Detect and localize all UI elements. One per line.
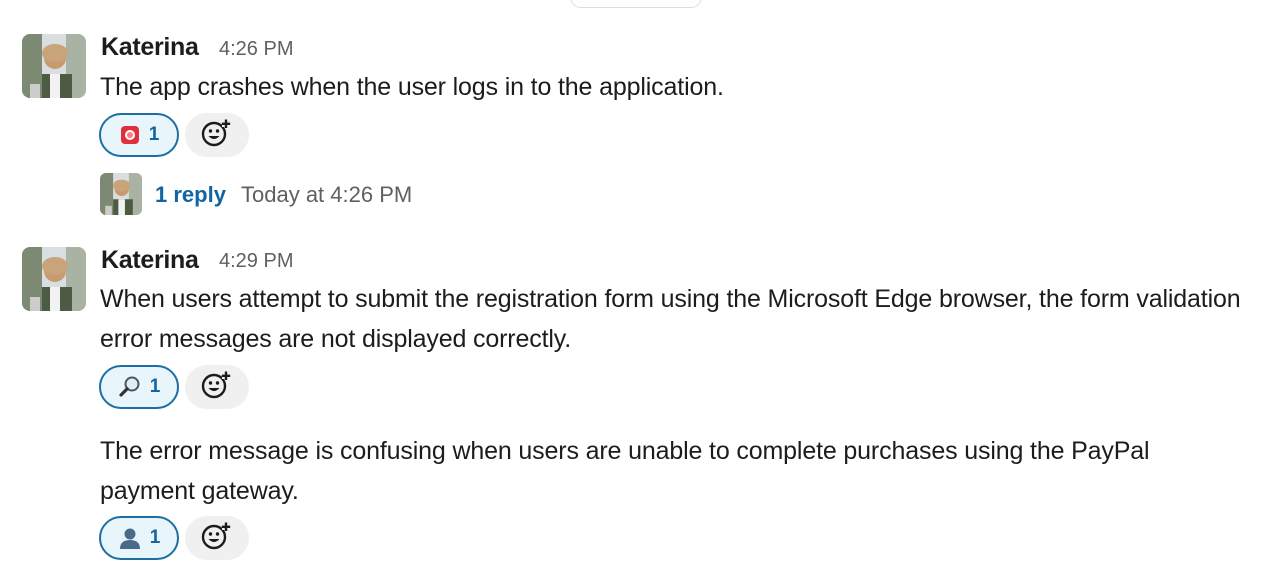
reaction-bust-in-silhouette[interactable]: 1 (99, 516, 179, 560)
message-author[interactable]: Katerina (101, 245, 199, 275)
reaction-rotating-light[interactable]: 1 (99, 113, 179, 157)
message-timestamp[interactable]: 4:29 PM (219, 246, 293, 276)
message-text: The error message is confusing when user… (100, 437, 1150, 505)
message-text: When users attempt to submit the registr… (100, 285, 1241, 353)
add-emoji-icon (201, 522, 233, 555)
reaction-count: 1 (149, 376, 161, 397)
thread-reply-avatar (100, 173, 142, 215)
thread-reply-count-link[interactable]: 1 reply (155, 180, 226, 210)
add-reaction-button[interactable] (185, 516, 249, 560)
message-timestamp[interactable]: 4:26 PM (219, 34, 293, 64)
rotating-light-icon (119, 124, 141, 146)
add-emoji-icon (201, 119, 233, 152)
add-reaction-button[interactable] (185, 113, 249, 157)
reaction-mag[interactable]: 1 (99, 365, 179, 409)
magnifying-glass-icon (118, 375, 142, 399)
reaction-count: 1 (148, 124, 160, 145)
message-author[interactable]: Katerina (101, 32, 199, 62)
reaction-count: 1 (149, 527, 161, 548)
date-divider-pill[interactable] (570, 0, 702, 8)
add-emoji-icon (201, 371, 233, 404)
add-reaction-button[interactable] (185, 365, 249, 409)
thread-last-reply-time: Today at 4:26 PM (241, 182, 413, 207)
avatar[interactable] (22, 34, 86, 98)
bust-in-silhouette-icon (118, 526, 142, 550)
avatar[interactable] (22, 247, 86, 311)
message-text: The app crashes when the user logs in to… (100, 73, 724, 101)
